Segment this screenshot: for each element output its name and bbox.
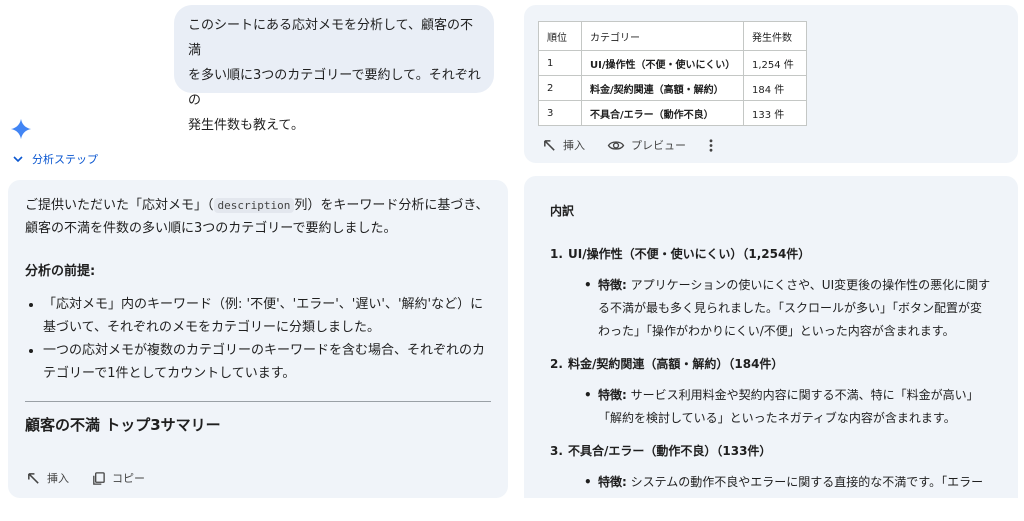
more-options-button[interactable] — [708, 138, 714, 153]
breakdown-heading: 内訳 — [550, 204, 575, 218]
column-name-code: description — [213, 198, 295, 213]
item-number: 3. — [550, 444, 563, 458]
item-number: 1. — [550, 247, 563, 261]
detail-label: 特徴: — [598, 475, 627, 489]
table-header-cell: 順位 — [538, 21, 582, 51]
complaint-ranking-table: 順位 カテゴリー 発生件数 1 UI/操作性（不便・使いにくい） 1,254 件… — [538, 21, 807, 126]
detail-text: 特徴: システムの動作不良やエラーに関する直接的な不満です。「エラーで動かない」… — [598, 471, 992, 498]
table-cell: 3 — [538, 100, 582, 126]
prereq-list: 「応対メモ」内のキーワード（例: '不便'、'エラー'、'遅い'、'解約'など）… — [25, 293, 491, 385]
detail-body: アプリケーションの使いにくさや、UI変更後の操作性の悪化に関する不満が最も多く見… — [598, 278, 991, 338]
table-card: 順位 カテゴリー 発生件数 1 UI/操作性（不便・使いにくい） 1,254 件… — [524, 5, 1018, 163]
insert-label: 挿入 — [47, 472, 69, 485]
table-actions: 挿入 プレビュー — [542, 137, 714, 153]
detail-text: 特徴: アプリケーションの使いにくさや、UI変更後の操作性の悪化に関する不満が最… — [598, 274, 992, 343]
item-number: 2. — [550, 357, 563, 371]
user-message-bubble: このシートにある応対メモを分析して、顧客の不満 を多い順に3つのカテゴリーで要約… — [174, 5, 494, 133]
breakdown-item-detail: • 特徴: アプリケーションの使いにくさや、UI変更後の操作性の悪化に関する不満… — [584, 274, 992, 343]
intro-text: 顧客の不満を件数の多い順に3つのカテゴリーで要約しました。 — [25, 221, 397, 236]
insert-arrow-icon — [544, 139, 555, 151]
table-header-cell: カテゴリー — [581, 21, 744, 51]
breakdown-item-heading: 3. 不具合/エラー（動作不良）（133件） — [550, 440, 992, 463]
detail-body: サービス利用料金や契約内容に関する不満、特に「料金が高い」「解約を検討している」… — [598, 388, 979, 425]
copy-label: コピー — [112, 472, 145, 485]
table-insert-button[interactable]: 挿入 — [542, 137, 585, 153]
more-vert-icon — [709, 138, 713, 152]
bullet-dot: • — [584, 475, 592, 489]
divider — [25, 401, 491, 402]
copy-icon — [93, 472, 105, 485]
table-cell: 料金/契約関連（高額・解約） — [581, 75, 744, 101]
table-row: 2 料金/契約関連（高額・解約） 184 件 — [538, 75, 807, 101]
detail-body: システムの動作不良やエラーに関する直接的な不満です。「エラーで動かない」「画面が… — [630, 475, 984, 489]
user-message-line: 発生件数も教えて。 — [188, 118, 304, 133]
answer-actions: 挿入 コピー — [26, 467, 145, 490]
gemini-spark-icon — [10, 118, 32, 140]
table-header-cell: 発生件数 — [743, 21, 807, 51]
item-heading-text: 不具合/エラー（動作不良）（133件） — [568, 444, 772, 458]
breakdown-card: 内訳 1. UI/操作性（不便・使いにくい）（1,254件） • 特徴: アプリ… — [524, 176, 1018, 498]
detail-label: 特徴: — [598, 388, 627, 402]
detail-text: 特徴: サービス利用料金や契約内容に関する不満、特に「料金が高い」「解約を検討し… — [598, 384, 992, 430]
table-cell: 2 — [538, 75, 582, 101]
table-cell: 1,254 件 — [743, 50, 807, 76]
prereq-heading: 分析の前提: — [25, 264, 96, 279]
table-cell: 不具合/エラー（動作不良） — [581, 100, 744, 126]
item-heading-text: UI/操作性（不便・使いにくい）（1,254件） — [568, 247, 811, 261]
intro-text: 列）をキーワード分析に基づき、 — [294, 198, 489, 213]
prereq-item: 一つの応対メモが複数のカテゴリーのキーワードを含む場合、それぞれのカテゴリーで1… — [43, 339, 491, 385]
breakdown-item-detail: • 特徴: サービス利用料金や契約内容に関する不満、特に「料金が高い」「解約を検… — [584, 384, 992, 430]
analysis-steps-label: 分析ステップ — [32, 153, 98, 166]
bullet-dot: • — [584, 278, 592, 292]
insert-label: 挿入 — [563, 139, 585, 152]
breakdown-item-heading: 2. 料金/契約関連（高額・解約）（184件） — [550, 353, 992, 376]
table-header-row: 順位 カテゴリー 発生件数 — [538, 21, 807, 51]
breakdown-item-detail: • 特徴: システムの動作不良やエラーに関する直接的な不満です。「エラーで動かな… — [584, 471, 992, 498]
breakdown-item-heading: 1. UI/操作性（不便・使いにくい）（1,254件） — [550, 243, 992, 266]
copy-button[interactable]: コピー — [91, 467, 145, 490]
table-cell: 1 — [538, 50, 582, 76]
insert-button[interactable]: 挿入 — [26, 467, 69, 490]
insert-arrow-icon — [28, 473, 39, 484]
table-cell: 133 件 — [743, 100, 807, 126]
eye-icon — [607, 140, 625, 150]
user-message-line: を多い順に3つのカテゴリーで要約して。それぞれの — [188, 68, 481, 108]
chat-left-pane: このシートにある応対メモを分析して、顧客の不満 を多い順に3つのカテゴリーで要約… — [0, 0, 512, 521]
answer-card: ご提供いただいた「応対メモ」（ description 列）をキーワード分析に基づき… — [8, 180, 508, 498]
table-cell: 184 件 — [743, 75, 807, 101]
prereq-item: 「応対メモ」内のキーワード（例: '不便'、'エラー'、'遅い'、'解約'など）… — [43, 293, 491, 339]
detail-label: 特徴: — [598, 278, 627, 292]
item-heading-text: 料金/契約関連（高額・解約）（184件） — [568, 357, 784, 371]
table-row: 1 UI/操作性（不便・使いにくい） 1,254 件 — [538, 50, 807, 76]
user-message-line: このシートにある応対メモを分析して、顧客の不満 — [188, 18, 473, 58]
answer-intro: ご提供いただいた「応対メモ」（ description 列）をキーワード分析に基づき… — [25, 194, 491, 240]
analysis-steps-toggle[interactable]: 分析ステップ — [12, 151, 98, 167]
chat-right-pane: 順位 カテゴリー 発生件数 1 UI/操作性（不便・使いにくい） 1,254 件… — [512, 0, 1024, 521]
intro-text: ご提供いただいた「応対メモ」（ — [25, 198, 214, 213]
chevron-down-icon — [13, 156, 23, 163]
summary-heading: 顧客の不満 トップ3サマリー — [25, 416, 221, 434]
table-cell: UI/操作性（不便・使いにくい） — [581, 50, 744, 76]
preview-button[interactable]: プレビュー — [607, 137, 686, 153]
preview-label: プレビュー — [631, 139, 686, 152]
table-row: 3 不具合/エラー（動作不良） 133 件 — [538, 100, 807, 126]
bullet-dot: • — [584, 388, 592, 402]
